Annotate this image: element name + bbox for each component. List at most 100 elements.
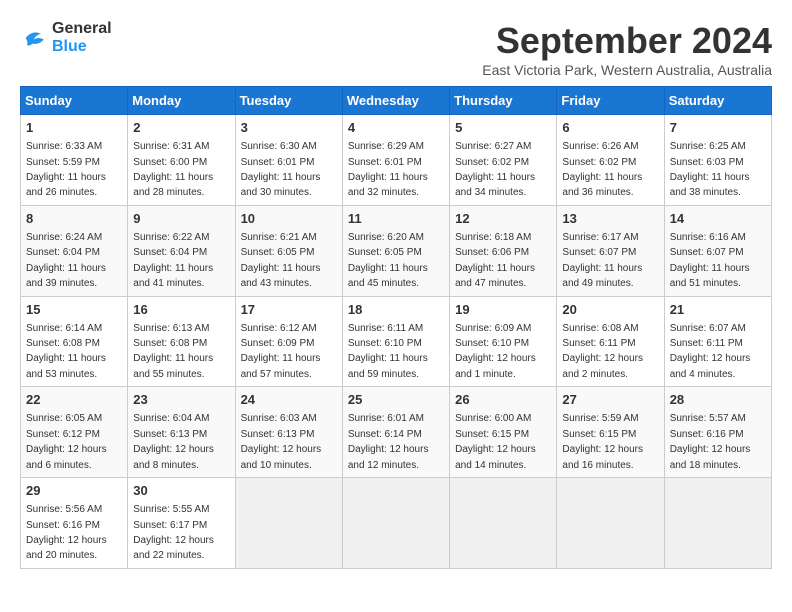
day-number: 7 [670,119,766,137]
day-detail: Sunrise: 6:20 AM Sunset: 6:05 PM Dayligh… [348,232,428,289]
calendar-day-cell: 16 Sunrise: 6:13 AM Sunset: 6:08 PM Dayli… [128,296,235,387]
calendar-week-row: 15 Sunrise: 6:14 AM Sunset: 6:08 PM Dayli… [21,296,772,387]
logo-icon [20,24,48,52]
calendar-day-cell: 26 Sunrise: 6:00 AM Sunset: 6:15 PM Dayli… [450,387,557,478]
logo-text-line1: General [52,20,112,38]
day-number: 13 [562,210,658,228]
day-number: 18 [348,301,444,319]
month-title: September 2024 [482,20,772,62]
day-number: 24 [241,391,337,409]
day-detail: Sunrise: 6:13 AM Sunset: 6:08 PM Dayligh… [133,323,213,380]
day-number: 9 [133,210,229,228]
calendar-day-cell: 10 Sunrise: 6:21 AM Sunset: 6:05 PM Dayli… [235,205,342,296]
day-detail: Sunrise: 6:00 AM Sunset: 6:15 PM Dayligh… [455,413,536,470]
calendar-day-cell: 14 Sunrise: 6:16 AM Sunset: 6:07 PM Dayli… [664,205,771,296]
day-detail: Sunrise: 6:01 AM Sunset: 6:14 PM Dayligh… [348,413,429,470]
location-subtitle: East Victoria Park, Western Australia, A… [482,62,772,78]
calendar-week-row: 29Sunrise: 5:56 AM Sunset: 6:16 PM Dayli… [21,478,772,569]
calendar-day-cell: 30Sunrise: 5:55 AM Sunset: 6:17 PM Dayli… [128,478,235,569]
calendar-day-cell: 3Sunrise: 6:30 AM Sunset: 6:01 PM Daylig… [235,115,342,206]
day-detail: Sunrise: 6:08 AM Sunset: 6:11 PM Dayligh… [562,323,643,380]
calendar-week-row: 1 Sunrise: 6:33 AM Sunset: 5:59 PM Daylig… [21,115,772,206]
calendar-day-cell: 11 Sunrise: 6:20 AM Sunset: 6:05 PM Dayli… [342,205,449,296]
calendar-day-cell: 15 Sunrise: 6:14 AM Sunset: 6:08 PM Dayli… [21,296,128,387]
calendar-header-friday: Friday [557,87,664,115]
logo-text-line2: Blue [52,38,112,56]
day-detail: Sunrise: 6:24 AM Sunset: 6:04 PM Dayligh… [26,232,106,289]
calendar-header-sunday: Sunday [21,87,128,115]
day-detail: Sunrise: 6:16 AM Sunset: 6:07 PM Dayligh… [670,232,750,289]
day-detail: Sunrise: 6:25 AM Sunset: 6:03 PM Dayligh… [670,141,750,198]
day-number: 27 [562,391,658,409]
day-detail: Sunrise: 6:17 AM Sunset: 6:07 PM Dayligh… [562,232,642,289]
calendar-day-cell: 8 Sunrise: 6:24 AM Sunset: 6:04 PM Daylig… [21,205,128,296]
calendar-day-cell: 5 Sunrise: 6:27 AM Sunset: 6:02 PM Daylig… [450,115,557,206]
day-number: 19 [455,301,551,319]
day-number: 10 [241,210,337,228]
calendar-day-cell: 9 Sunrise: 6:22 AM Sunset: 6:04 PM Daylig… [128,205,235,296]
day-detail: Sunrise: 6:33 AM Sunset: 5:59 PM Dayligh… [26,141,106,198]
day-number: 23 [133,391,229,409]
calendar-day-cell: 22Sunrise: 6:05 AM Sunset: 6:12 PM Dayli… [21,387,128,478]
day-number: 28 [670,391,766,409]
calendar-day-cell: 7 Sunrise: 6:25 AM Sunset: 6:03 PM Daylig… [664,115,771,206]
day-detail: Sunrise: 6:29 AM Sunset: 6:01 PM Dayligh… [348,141,428,198]
calendar-day-cell [450,478,557,569]
calendar-day-cell: 1 Sunrise: 6:33 AM Sunset: 5:59 PM Daylig… [21,115,128,206]
calendar-week-row: 8 Sunrise: 6:24 AM Sunset: 6:04 PM Daylig… [21,205,772,296]
day-number: 15 [26,301,122,319]
day-number: 8 [26,210,122,228]
day-number: 14 [670,210,766,228]
day-number: 11 [348,210,444,228]
day-detail: Sunrise: 6:18 AM Sunset: 6:06 PM Dayligh… [455,232,535,289]
day-detail: Sunrise: 6:22 AM Sunset: 6:04 PM Dayligh… [133,232,213,289]
day-detail: Sunrise: 6:05 AM Sunset: 6:12 PM Dayligh… [26,413,107,470]
day-detail: Sunrise: 6:30 AM Sunset: 6:01 PM Dayligh… [241,141,321,198]
calendar-header-thursday: Thursday [450,87,557,115]
day-detail: Sunrise: 5:56 AM Sunset: 6:16 PM Dayligh… [26,504,107,561]
day-detail: Sunrise: 5:55 AM Sunset: 6:17 PM Dayligh… [133,504,214,561]
calendar-table: SundayMondayTuesdayWednesdayThursdayFrid… [20,86,772,569]
calendar-day-cell [235,478,342,569]
calendar-header-tuesday: Tuesday [235,87,342,115]
calendar-day-cell: 19Sunrise: 6:09 AM Sunset: 6:10 PM Dayli… [450,296,557,387]
calendar-header-wednesday: Wednesday [342,87,449,115]
logo: General Blue [20,20,112,55]
day-number: 2 [133,119,229,137]
day-detail: Sunrise: 5:59 AM Sunset: 6:15 PM Dayligh… [562,413,643,470]
calendar-header-monday: Monday [128,87,235,115]
calendar-day-cell: 4Sunrise: 6:29 AM Sunset: 6:01 PM Daylig… [342,115,449,206]
day-number: 12 [455,210,551,228]
day-number: 21 [670,301,766,319]
day-detail: Sunrise: 6:07 AM Sunset: 6:11 PM Dayligh… [670,323,751,380]
day-detail: Sunrise: 6:26 AM Sunset: 6:02 PM Dayligh… [562,141,642,198]
day-detail: Sunrise: 6:21 AM Sunset: 6:05 PM Dayligh… [241,232,321,289]
day-number: 20 [562,301,658,319]
day-detail: Sunrise: 6:03 AM Sunset: 6:13 PM Dayligh… [241,413,322,470]
day-number: 1 [26,119,122,137]
day-number: 5 [455,119,551,137]
day-detail: Sunrise: 6:14 AM Sunset: 6:08 PM Dayligh… [26,323,106,380]
day-number: 16 [133,301,229,319]
calendar-day-cell: 23Sunrise: 6:04 AM Sunset: 6:13 PM Dayli… [128,387,235,478]
day-number: 25 [348,391,444,409]
day-number: 26 [455,391,551,409]
title-block: September 2024 East Victoria Park, Weste… [482,20,772,78]
calendar-day-cell [664,478,771,569]
calendar-day-cell: 24 Sunrise: 6:03 AM Sunset: 6:13 PM Dayli… [235,387,342,478]
calendar-week-row: 22Sunrise: 6:05 AM Sunset: 6:12 PM Dayli… [21,387,772,478]
day-detail: Sunrise: 6:27 AM Sunset: 6:02 PM Dayligh… [455,141,535,198]
calendar-day-cell: 21 Sunrise: 6:07 AM Sunset: 6:11 PM Dayli… [664,296,771,387]
calendar-day-cell: 28 Sunrise: 5:57 AM Sunset: 6:16 PM Dayli… [664,387,771,478]
calendar-day-cell: 20 Sunrise: 6:08 AM Sunset: 6:11 PM Dayli… [557,296,664,387]
calendar-body: 1 Sunrise: 6:33 AM Sunset: 5:59 PM Daylig… [21,115,772,569]
day-detail: Sunrise: 6:12 AM Sunset: 6:09 PM Dayligh… [241,323,321,380]
calendar-day-cell: 25 Sunrise: 6:01 AM Sunset: 6:14 PM Dayli… [342,387,449,478]
calendar-day-cell: 12 Sunrise: 6:18 AM Sunset: 6:06 PM Dayli… [450,205,557,296]
calendar-day-cell: 17 Sunrise: 6:12 AM Sunset: 6:09 PM Dayli… [235,296,342,387]
day-number: 17 [241,301,337,319]
day-detail: Sunrise: 6:31 AM Sunset: 6:00 PM Dayligh… [133,141,213,198]
day-detail: Sunrise: 5:57 AM Sunset: 6:16 PM Dayligh… [670,413,751,470]
calendar-day-cell: 6Sunrise: 6:26 AM Sunset: 6:02 PM Daylig… [557,115,664,206]
calendar-day-cell: 13 Sunrise: 6:17 AM Sunset: 6:07 PM Dayli… [557,205,664,296]
